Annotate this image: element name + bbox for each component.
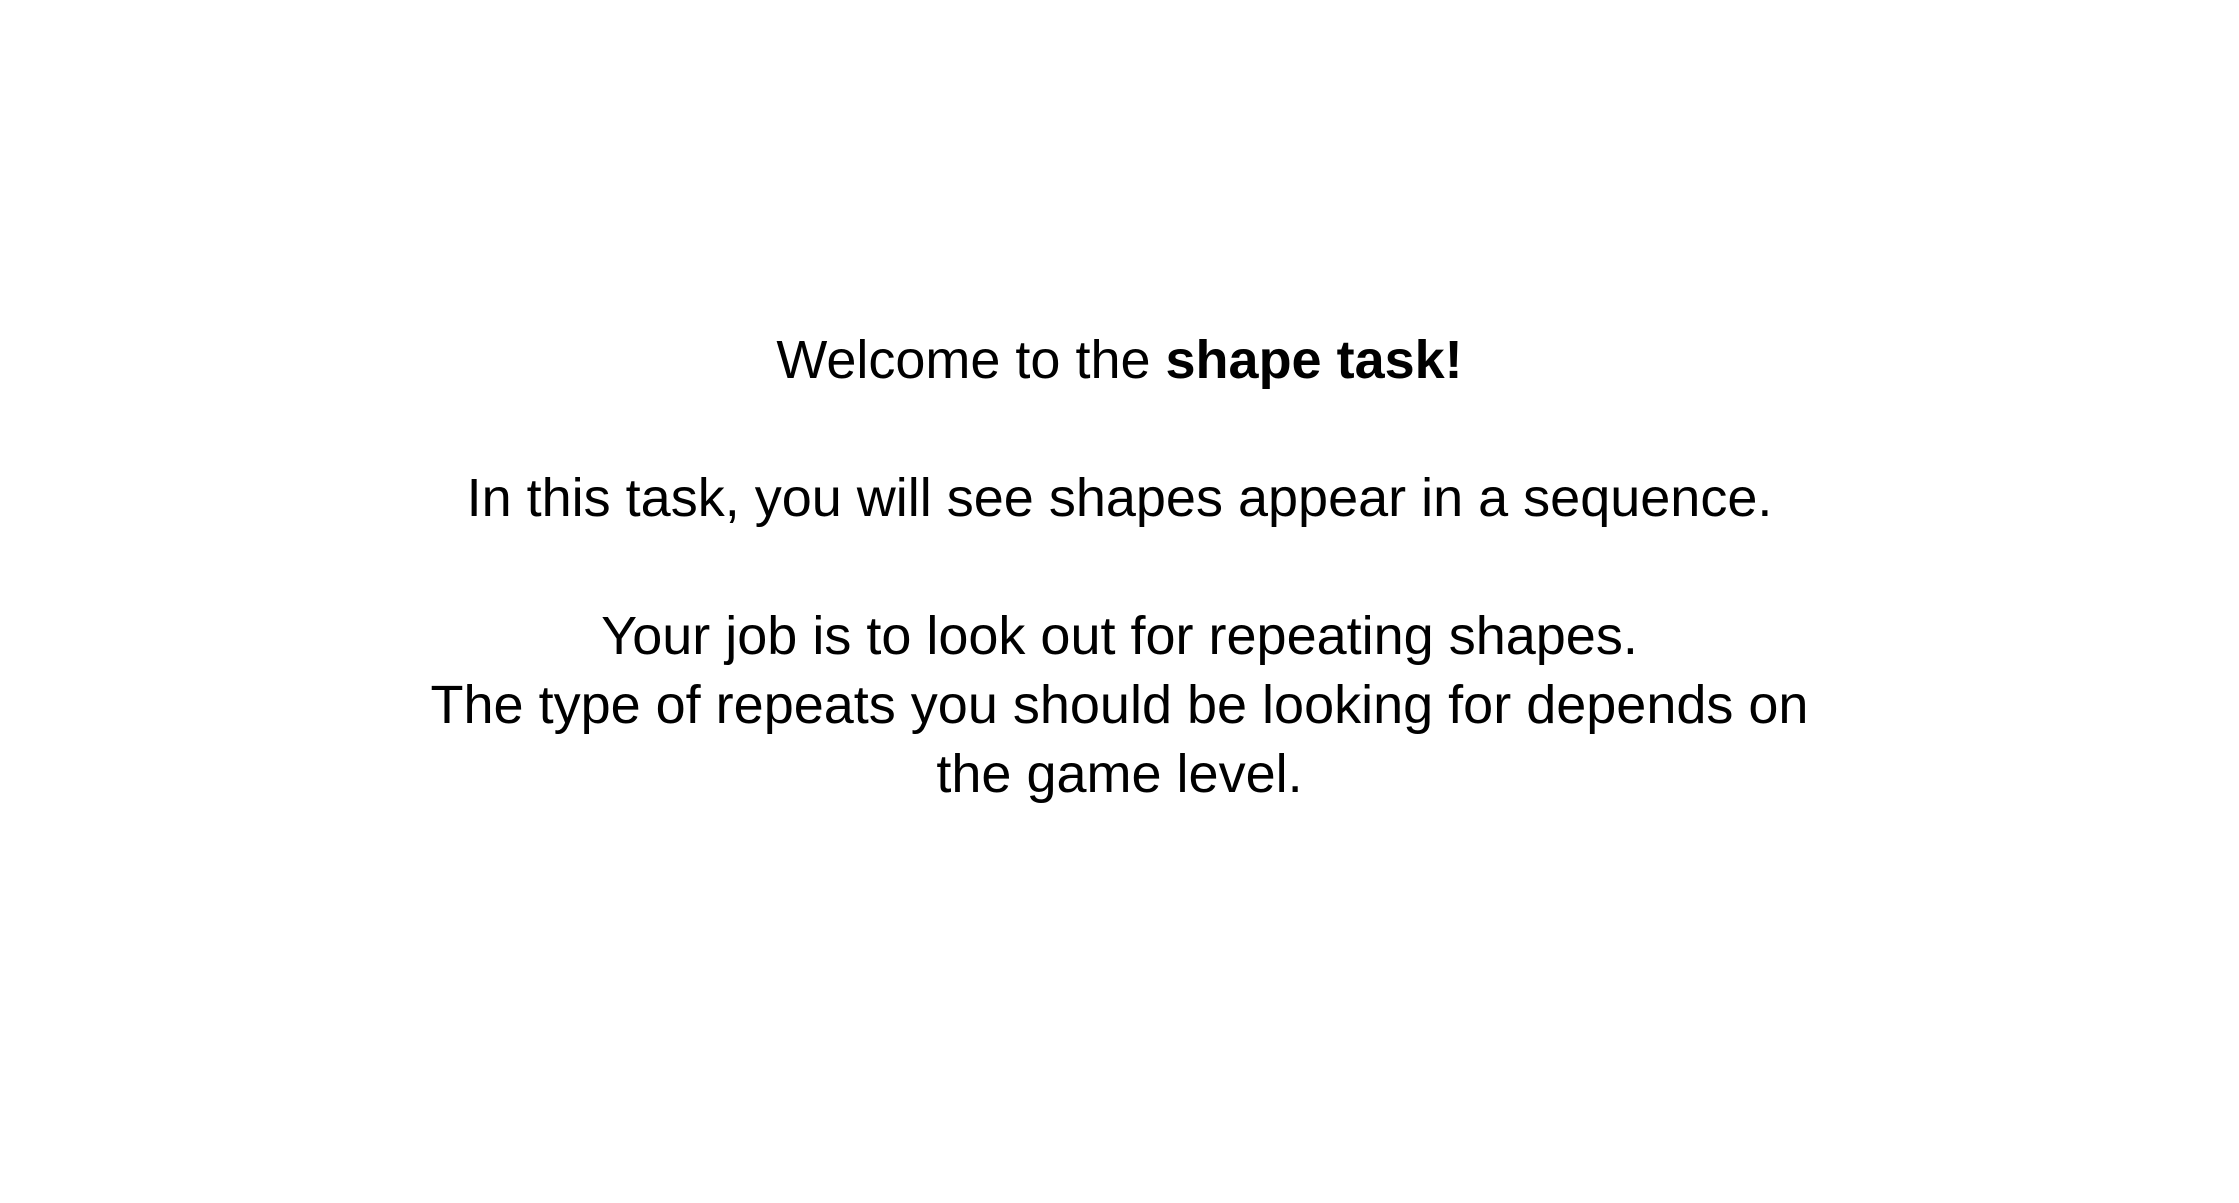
instructions-screen: Welcome to the shape task! In this task,…	[0, 0, 2239, 1203]
intro-text: In this task, you will see shapes appear…	[466, 468, 1773, 528]
job-text-line-1: Your job is to look out for repeating sh…	[601, 606, 1638, 666]
job-text-line-3: the game level.	[936, 744, 1303, 804]
welcome-task-name: shape task!	[1165, 330, 1463, 390]
job-text-line-2: The type of repeats you should be lookin…	[430, 675, 1809, 735]
instructions-text: Welcome to the shape task! In this task,…	[0, 326, 2239, 809]
welcome-heading: Welcome to the shape task!	[0, 326, 2239, 395]
welcome-prefix: Welcome to the	[776, 330, 1166, 390]
